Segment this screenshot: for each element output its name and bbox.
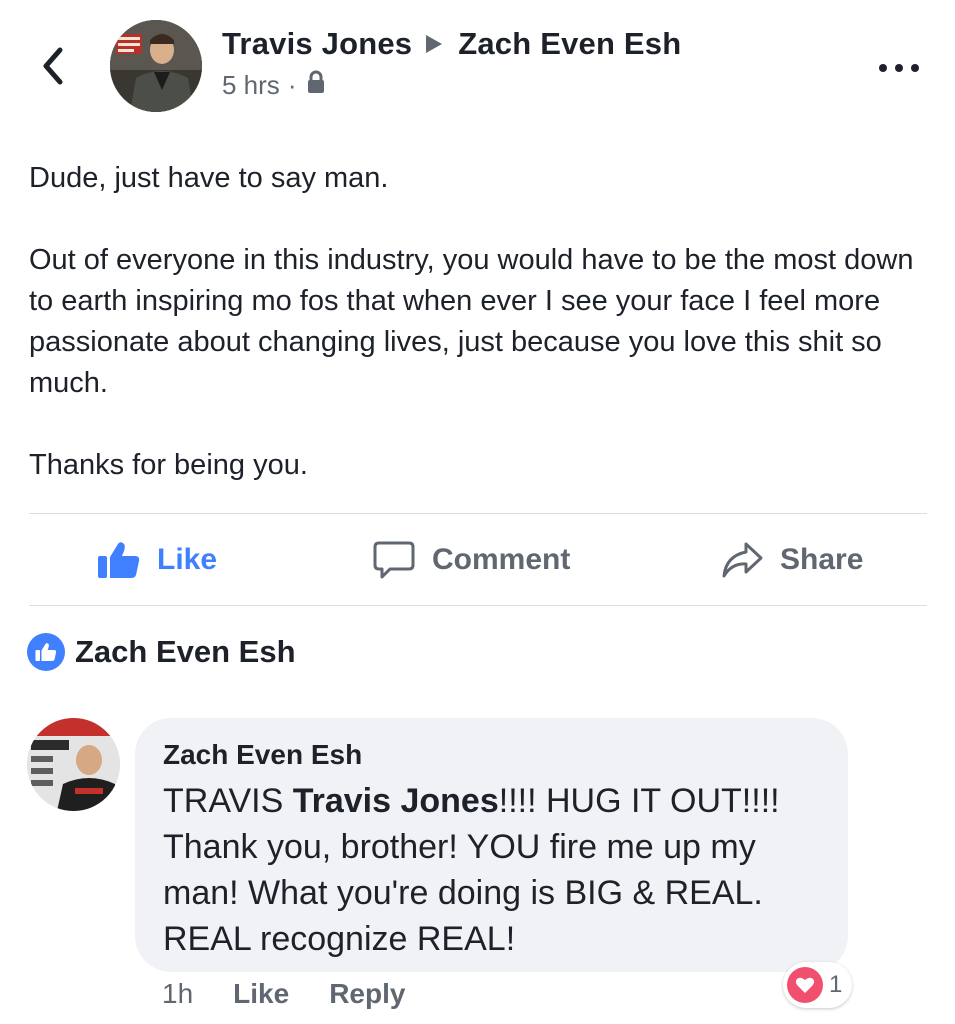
comment-time[interactable]: 1h <box>162 978 193 1010</box>
more-dot <box>895 64 903 72</box>
post-timestamp[interactable]: 5 hrs <box>222 70 280 101</box>
post-meta: 5 hrs · <box>222 70 326 101</box>
comment-reactions[interactable]: 1 <box>783 962 853 1008</box>
comment-bubble: Zach Even Esh TRAVIS Travis Jones!!!! HU… <box>135 718 848 972</box>
comment-button[interactable]: Comment <box>372 514 570 606</box>
like-label: Like <box>157 543 218 576</box>
more-options-button[interactable] <box>879 58 919 78</box>
share-button[interactable]: Share <box>720 514 863 606</box>
back-button[interactable] <box>36 44 70 88</box>
heart-icon <box>787 967 823 1003</box>
more-dots-icon <box>879 64 887 72</box>
post-paragraph: Out of everyone in this industry, you wo… <box>29 244 914 399</box>
author-name[interactable]: Travis Jones <box>222 26 412 62</box>
post-paragraph: Thanks for being you. <box>29 449 308 481</box>
reaction-count: 1 <box>829 971 843 998</box>
comment-text-before: TRAVIS <box>163 782 293 820</box>
more-dot <box>911 64 919 72</box>
share-arrow-icon <box>720 540 764 580</box>
divider <box>29 605 927 606</box>
like-badge-icon <box>27 633 65 671</box>
meta-separator: · <box>287 70 297 100</box>
comment-author[interactable]: Zach Even Esh <box>163 738 822 772</box>
comment-text: TRAVIS Travis Jones!!!! HUG IT OUT!!!! T… <box>163 778 822 962</box>
commenter-avatar[interactable] <box>27 718 120 811</box>
thumbs-up-icon <box>97 540 141 580</box>
post-text: Dude, just have to say man. Out of every… <box>29 158 929 486</box>
play-arrow-icon <box>424 33 444 55</box>
chevron-left-icon <box>43 47 63 85</box>
action-bar: Like Comment Share <box>0 514 955 606</box>
post-paragraph: Dude, just have to say man. <box>29 162 389 194</box>
author-avatar[interactable] <box>110 20 202 112</box>
comment-mention[interactable]: Travis Jones <box>293 782 499 820</box>
comment-reply-button[interactable]: Reply <box>329 978 405 1010</box>
post-header: Travis Jones Zach Even Esh 5 hrs · <box>0 0 955 130</box>
lock-icon <box>306 70 326 101</box>
likes-summary[interactable]: Zach Even Esh <box>27 633 296 671</box>
comment-actions: 1h Like Reply <box>162 978 445 1010</box>
post-author-line: Travis Jones Zach Even Esh <box>222 26 681 62</box>
comment-like-button[interactable]: Like <box>233 978 289 1010</box>
likes-names: Zach Even Esh <box>75 634 296 669</box>
like-button[interactable]: Like <box>97 514 217 606</box>
share-label: Share <box>780 543 864 576</box>
target-name[interactable]: Zach Even Esh <box>458 26 681 62</box>
comment-bubble-icon <box>372 540 416 580</box>
comment-label: Comment <box>432 543 571 576</box>
